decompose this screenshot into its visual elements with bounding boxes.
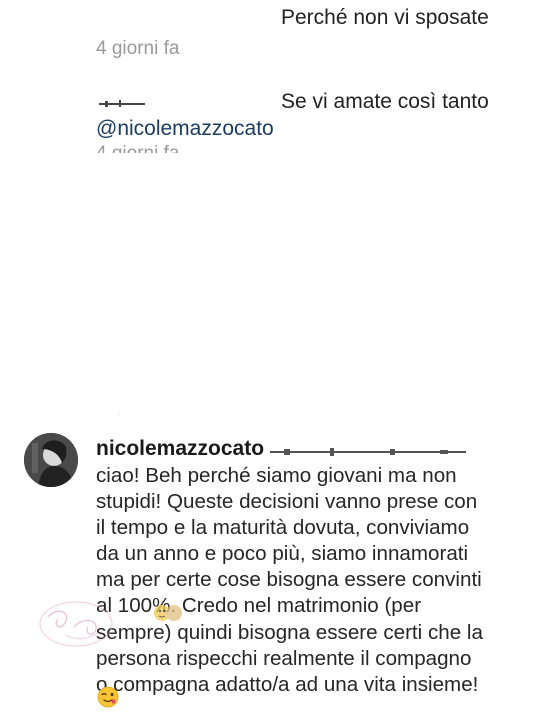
divider: · [118, 409, 121, 419]
reply-line: o compagna adatto/a ad una vita insieme! [96, 672, 479, 696]
avatar[interactable] [24, 433, 78, 487]
profile-photo [24, 433, 78, 487]
winking-face-icon [97, 686, 119, 708]
reply-line: persona rispecchi realmente il compagno [96, 646, 472, 670]
reply-username[interactable]: nicolemazzocato [96, 437, 264, 461]
comment-timestamp: 4 giorni fa [96, 38, 180, 59]
comment-text: Perché non vi sposate [281, 6, 489, 29]
comment-timestamp: 4 giorni fa [96, 143, 179, 153]
emoji-overlay-icon [154, 605, 182, 621]
reply-line: sempre) quindi bisogna essere certi che … [96, 620, 483, 644]
reply-line: ciao! Beh perché siamo giovani ma non [96, 464, 457, 487]
redacted-handle [270, 448, 466, 456]
watermark-logo [39, 601, 113, 647]
reply-line: da un anno e poco più, siamo innamorati [96, 542, 469, 566]
reply-line: stupidi! Queste decisioni vanno prese co… [96, 490, 478, 514]
mention-link[interactable]: @nicolemazzocato [96, 117, 274, 141]
comment-text: Se vi amate così tanto [281, 90, 489, 113]
reply-line: ma per certe cose bisogna essere convint… [96, 568, 482, 592]
reply-line: il tempo e la maturità dovuta, conviviam… [96, 516, 470, 540]
reply-text: ciao! Beh perché siamo giovani ma non st… [96, 463, 526, 698]
redacted-username [99, 100, 145, 107]
